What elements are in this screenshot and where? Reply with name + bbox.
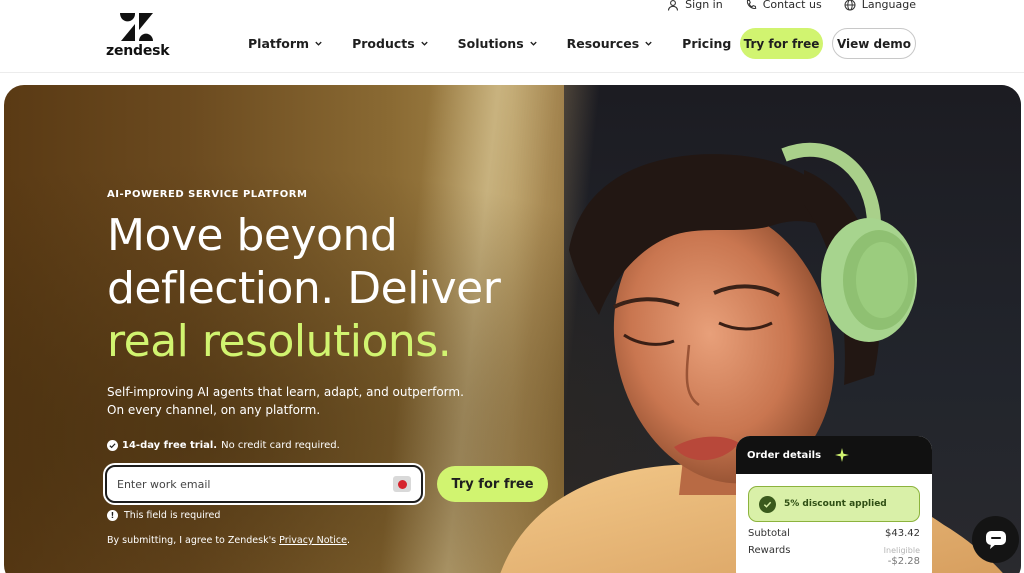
order-card-title: Order details xyxy=(747,449,822,461)
info-icon: ! xyxy=(107,510,118,521)
headline-accent: real resolutions. xyxy=(107,316,452,367)
discount-badge: 5% discount applied xyxy=(748,486,920,522)
zendesk-mark-icon xyxy=(120,13,153,41)
check-circle-icon xyxy=(107,440,118,451)
privacy-notice-link[interactable]: Privacy Notice xyxy=(279,535,347,546)
check-circle-icon xyxy=(759,495,776,513)
rewards-note: Ineligible xyxy=(883,546,920,555)
chevron-down-icon xyxy=(315,41,322,46)
main-nav: Platform Products Solutions Resources Pr… xyxy=(248,36,731,51)
globe-icon xyxy=(844,0,856,10)
chat-widget-button[interactable] xyxy=(972,516,1019,563)
hero-subtext: Self-improving AI agents that learn, ada… xyxy=(107,383,464,419)
discount-text: 5% discount applied xyxy=(784,499,887,509)
chat-bubble-icon xyxy=(985,530,1006,549)
hero-subtext-line-1: Self-improving AI agents that learn, ada… xyxy=(107,385,464,399)
nav-solutions-label: Solutions xyxy=(457,36,524,51)
order-card-header: Order details xyxy=(736,436,932,474)
headline-line-2: deflection. Deliver xyxy=(107,263,501,314)
rewards-label: Rewards xyxy=(748,545,791,556)
view-demo-button[interactable]: View demo xyxy=(832,28,916,59)
nav-resources[interactable]: Resources xyxy=(567,36,654,51)
trial-bold: 14-day free trial. xyxy=(122,440,218,451)
email-error-text: This field is required xyxy=(124,510,221,521)
trial-note: 14-day free trial. No credit card requir… xyxy=(107,440,340,451)
rewards-value: -$2.28 xyxy=(887,556,920,567)
logo-wordmark: zendesk xyxy=(106,43,170,59)
rewards-values: Ineligible -$2.28 xyxy=(884,545,920,567)
sparkle-icon xyxy=(835,448,850,462)
nav-resources-label: Resources xyxy=(566,36,640,51)
nav-products[interactable]: Products xyxy=(352,36,429,51)
hero-eyebrow: AI-POWERED SERVICE PLATFORM xyxy=(107,189,308,200)
chevron-down-icon xyxy=(645,41,652,46)
nav-pricing[interactable]: Pricing xyxy=(682,36,731,51)
order-card-body: 5% discount applied Subtotal $43.42 Rewa… xyxy=(736,474,932,567)
chevron-down-icon xyxy=(420,41,428,46)
hero-headline: Move beyond deflection. Deliver real res… xyxy=(107,209,501,368)
contact-us-link[interactable]: Contact us xyxy=(745,0,822,11)
legal-text: By submitting, I agree to Zendesk's Priv… xyxy=(107,535,350,546)
nav-pricing-label: Pricing xyxy=(682,36,732,51)
hero-subtext-line-2: On every channel, on any platform. xyxy=(107,403,321,417)
password-manager-icon[interactable] xyxy=(393,476,411,492)
subtotal-value: $43.42 xyxy=(885,528,920,539)
order-details-card: Order details 5% discount applied Subtot… xyxy=(736,436,932,573)
phone-icon xyxy=(746,0,756,9)
nav-solutions[interactable]: Solutions xyxy=(458,36,538,51)
contact-us-label: Contact us xyxy=(762,0,822,11)
rewards-row: Rewards Ineligible -$2.28 xyxy=(748,545,920,567)
headline-line-1: Move beyond xyxy=(107,210,398,261)
try-for-free-button[interactable]: Try for free xyxy=(740,28,823,59)
chevron-down-icon xyxy=(529,41,537,46)
trial-rest: No credit card required. xyxy=(221,440,340,451)
user-icon xyxy=(668,0,679,11)
email-field[interactable] xyxy=(117,477,393,491)
language-selector[interactable]: Language xyxy=(844,0,916,11)
language-label: Language xyxy=(861,0,916,11)
legal-prefix: By submitting, I agree to Zendesk's xyxy=(107,535,277,546)
nav-products-label: Products xyxy=(352,36,415,51)
sign-in-link[interactable]: Sign in xyxy=(667,0,723,11)
zendesk-logo[interactable]: zendesk xyxy=(106,13,170,61)
hero-try-for-free-button[interactable]: Try for free xyxy=(437,466,548,502)
subtotal-row: Subtotal $43.42 xyxy=(748,528,920,539)
email-error: ! This field is required xyxy=(107,510,220,521)
sign-in-label: Sign in xyxy=(685,0,723,11)
header-divider xyxy=(0,72,1024,73)
legal-suffix: . xyxy=(346,535,350,546)
nav-platform-label: Platform xyxy=(248,36,310,51)
subtotal-label: Subtotal xyxy=(748,528,790,539)
nav-platform[interactable]: Platform xyxy=(248,36,323,51)
utility-bar: Sign in Contact us Language xyxy=(667,0,916,11)
email-field-wrapper xyxy=(105,465,423,503)
